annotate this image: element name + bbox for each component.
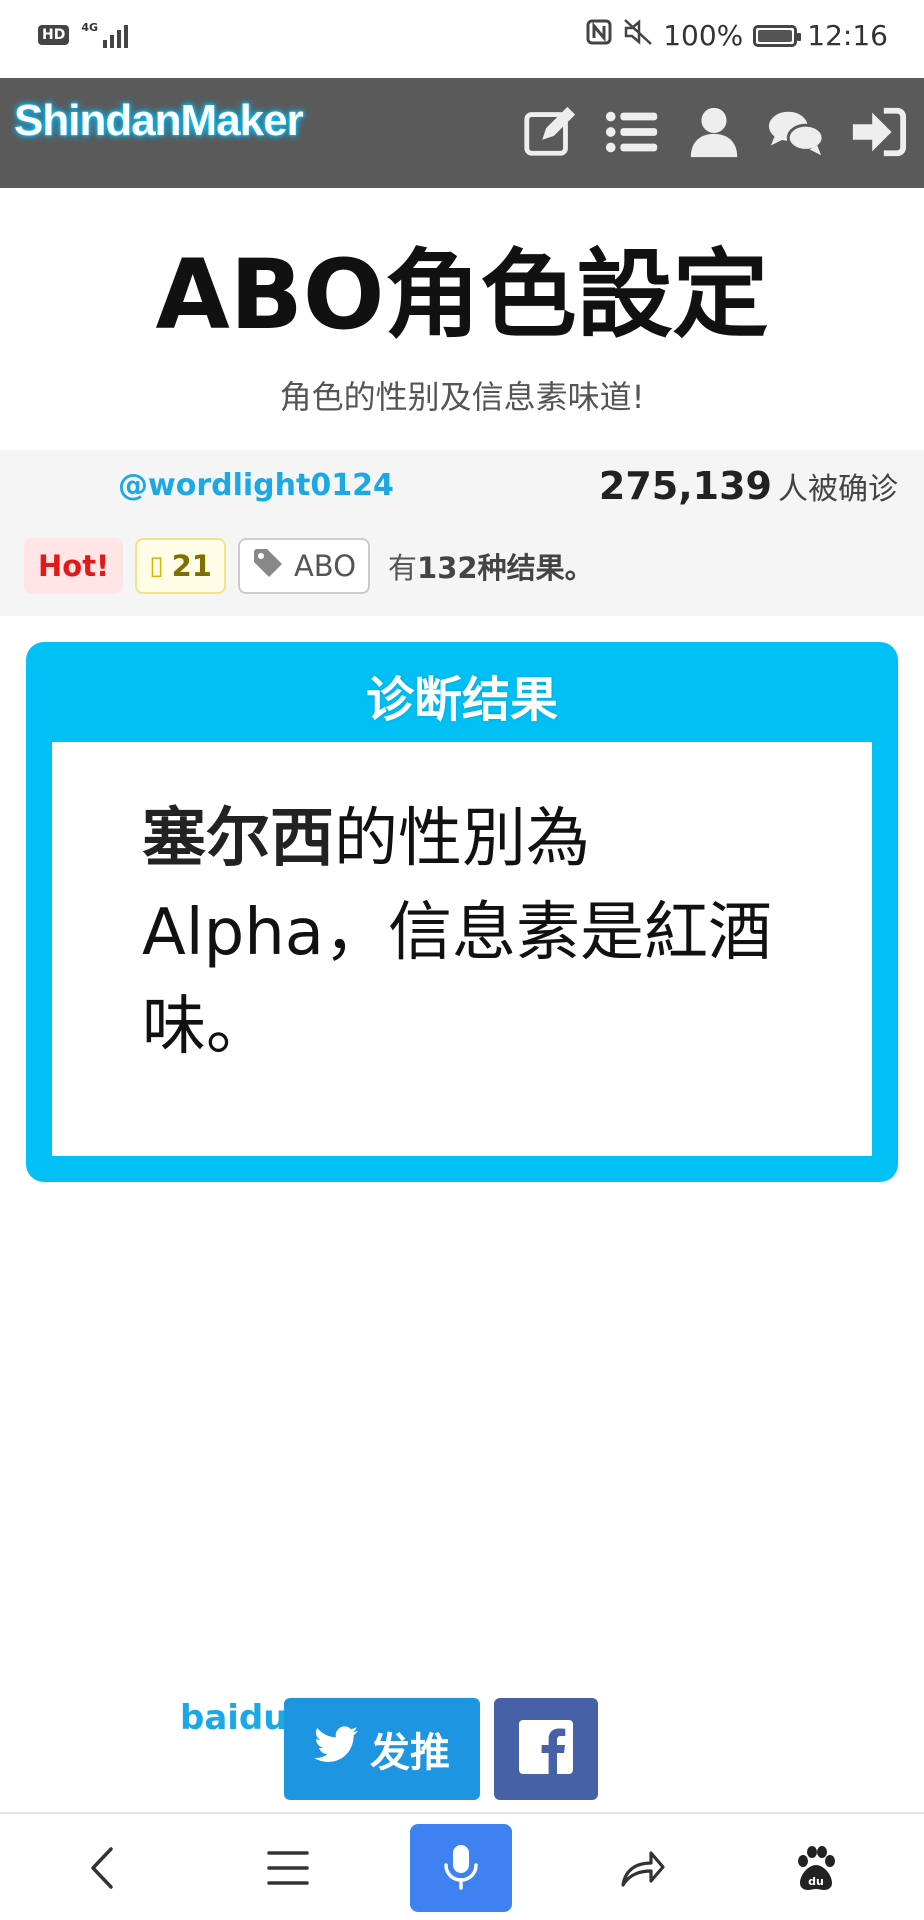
- result-body: 塞尔西的性別為Alpha，信息素是紅酒味。: [52, 742, 872, 1156]
- edit-icon[interactable]: [520, 100, 580, 164]
- diagnosed-count-suffix: 人被确诊: [778, 472, 898, 507]
- twitter-icon: [314, 1721, 360, 1777]
- page-subtitle: 角色的性别及信息素味道!: [279, 378, 645, 416]
- share-icon[interactable]: [592, 1822, 692, 1914]
- result-heading: 诊断结果: [365, 672, 558, 728]
- tag-icon: [252, 547, 284, 586]
- hot-badge: Hot!: [24, 538, 124, 594]
- status-bar: HD 4G 100% 12:16: [0, 0, 924, 76]
- topic-tag[interactable]: ABO: [237, 538, 371, 594]
- title-area: ABO角色設定 角色的性别及信息素味道!: [0, 190, 924, 450]
- user-icon[interactable]: [684, 100, 744, 164]
- baidu-paw-icon[interactable]: du: [766, 1822, 866, 1914]
- battery-fill: [758, 29, 793, 42]
- status-left: HD 4G: [38, 21, 129, 48]
- site-logo[interactable]: ShindanMaker: [14, 96, 304, 146]
- tweet-button[interactable]: 发推: [284, 1698, 480, 1800]
- battery-percent: 100%: [663, 19, 744, 52]
- facebook-button[interactable]: [494, 1698, 598, 1800]
- svg-text:du: du: [808, 1875, 824, 1888]
- results-count: 132种结果。: [417, 551, 594, 585]
- result-name: 塞尔西: [142, 802, 334, 876]
- mic-icon: [434, 1839, 488, 1897]
- browser-bottom-nav: du: [0, 1812, 924, 1920]
- tag-row: Hot! ▯ 21 ABO 有132种结果。: [24, 538, 594, 594]
- nfc-icon: [585, 18, 613, 53]
- diagnosed-count-number: 275,139: [598, 464, 772, 508]
- login-icon[interactable]: [848, 100, 908, 164]
- results-note: 有132种结果。: [388, 545, 594, 587]
- list-icon[interactable]: [602, 100, 662, 164]
- diagnosed-count: 275,139 人被确诊: [599, 464, 898, 508]
- result-panel: 诊断结果 塞尔西的性別為Alpha，信息素是紅酒味。: [26, 642, 898, 1182]
- mute-icon: [623, 18, 653, 53]
- header-nav: [520, 100, 908, 164]
- signal-icon: 4G: [81, 21, 129, 48]
- chat-icon[interactable]: [766, 100, 826, 164]
- favorite-icon: ▯: [149, 551, 164, 581]
- hd-badge: HD: [38, 25, 70, 45]
- baidu-label: baidu: [180, 1698, 288, 1738]
- favorite-count: 21: [171, 549, 212, 583]
- results-prefix: 有: [388, 551, 418, 585]
- info-bar: @wordlight0124 275,139 人被确诊 Hot! ▯ 21 ABO…: [0, 450, 924, 616]
- site-header: ShindanMaker: [0, 78, 924, 188]
- result-text: 塞尔西的性別為Alpha，信息素是紅酒味。: [142, 792, 822, 1074]
- back-icon[interactable]: [54, 1822, 154, 1914]
- topic-tag-label: ABO: [293, 549, 357, 583]
- page-title: ABO角色設定: [155, 239, 769, 351]
- page: HD 4G 100% 12:16 ShindanMaker ABO角色設定 角色…: [0, 0, 924, 1920]
- favorite-badge[interactable]: ▯ 21: [135, 538, 226, 594]
- clock: 12:16: [807, 19, 888, 52]
- network-type: 4G: [81, 21, 99, 34]
- battery-icon: [753, 24, 802, 47]
- status-right: 100% 12:16: [585, 18, 888, 53]
- menu-icon[interactable]: [238, 1822, 338, 1914]
- tweet-label: 发推: [370, 1730, 450, 1776]
- voice-search-button[interactable]: [410, 1824, 512, 1912]
- share-row: baidu 发推: [0, 1690, 924, 1810]
- author-link[interactable]: @wordlight0124: [118, 468, 394, 503]
- facebook-icon: [517, 1718, 575, 1780]
